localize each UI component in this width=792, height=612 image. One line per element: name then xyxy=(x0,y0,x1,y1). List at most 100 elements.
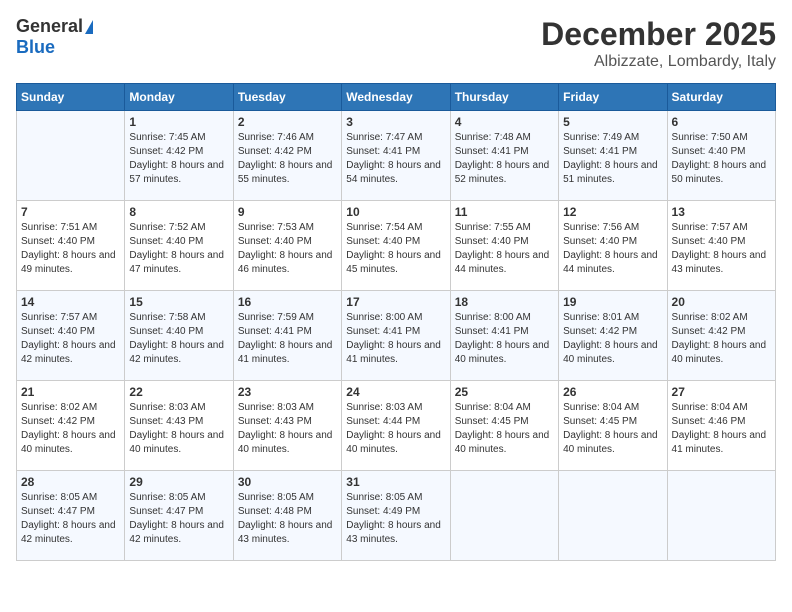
daylight-text: Daylight: 8 hours and 41 minutes. xyxy=(238,340,333,365)
sunset-text: Sunset: 4:40 PM xyxy=(129,236,203,247)
day-number: 30 xyxy=(238,475,337,489)
day-info: Sunrise: 8:05 AMSunset: 4:48 PMDaylight:… xyxy=(238,491,337,547)
day-number: 23 xyxy=(238,385,337,399)
daylight-text: Daylight: 8 hours and 41 minutes. xyxy=(346,340,441,365)
calendar-week-row: 14Sunrise: 7:57 AMSunset: 4:40 PMDayligh… xyxy=(17,291,776,381)
calendar-week-row: 7Sunrise: 7:51 AMSunset: 4:40 PMDaylight… xyxy=(17,201,776,291)
calendar-cell: 16Sunrise: 7:59 AMSunset: 4:41 PMDayligh… xyxy=(233,291,341,381)
day-info: Sunrise: 7:57 AMSunset: 4:40 PMDaylight:… xyxy=(21,311,120,367)
day-of-week-header: Wednesday xyxy=(342,84,450,111)
calendar-cell: 18Sunrise: 8:00 AMSunset: 4:41 PMDayligh… xyxy=(450,291,558,381)
day-info: Sunrise: 8:04 AMSunset: 4:45 PMDaylight:… xyxy=(455,401,554,457)
day-number: 27 xyxy=(672,385,771,399)
sunrise-text: Sunrise: 7:59 AM xyxy=(238,312,314,323)
sunrise-text: Sunrise: 7:51 AM xyxy=(21,222,97,233)
sunrise-text: Sunrise: 8:00 AM xyxy=(455,312,531,323)
calendar-week-row: 21Sunrise: 8:02 AMSunset: 4:42 PMDayligh… xyxy=(17,381,776,471)
day-number: 3 xyxy=(346,115,445,129)
sunrise-text: Sunrise: 8:05 AM xyxy=(238,492,314,503)
day-info: Sunrise: 8:03 AMSunset: 4:43 PMDaylight:… xyxy=(238,401,337,457)
daylight-text: Daylight: 8 hours and 51 minutes. xyxy=(563,160,658,185)
calendar-cell: 23 Sunrise: 8:03 AMSunset: 4:43 PMDayligh… xyxy=(233,381,341,471)
calendar-cell: 15Sunrise: 7:58 AMSunset: 4:40 PMDayligh… xyxy=(125,291,233,381)
day-info: Sunrise: 7:54 AMSunset: 4:40 PMDaylight:… xyxy=(346,221,445,277)
sunset-text: Sunset: 4:40 PM xyxy=(563,236,637,247)
sunset-text: Sunset: 4:41 PM xyxy=(346,146,420,157)
sunset-text: Sunset: 4:40 PM xyxy=(455,236,529,247)
day-info: Sunrise: 7:46 AMSunset: 4:42 PMDaylight:… xyxy=(238,131,337,187)
location-text: Albizzate, Lombardy, Italy xyxy=(541,53,776,71)
sunset-text: Sunset: 4:47 PM xyxy=(21,506,95,517)
day-info: Sunrise: 7:58 AMSunset: 4:40 PMDaylight:… xyxy=(129,311,228,367)
sunrise-text: Sunrise: 8:04 AM xyxy=(672,402,748,413)
calendar-cell: 2 Sunrise: 7:46 AMSunset: 4:42 PMDaylight… xyxy=(233,111,341,201)
day-number: 24 xyxy=(346,385,445,399)
day-info: Sunrise: 8:03 AMSunset: 4:43 PMDaylight:… xyxy=(129,401,228,457)
calendar-cell xyxy=(450,471,558,561)
calendar-cell: 11Sunrise: 7:55 AMSunset: 4:40 PMDayligh… xyxy=(450,201,558,291)
day-number: 28 xyxy=(21,475,120,489)
calendar-cell: 20Sunrise: 8:02 AMSunset: 4:42 PMDayligh… xyxy=(667,291,775,381)
header: General Blue December 2025 Albizzate, Lo… xyxy=(16,16,776,71)
sunset-text: Sunset: 4:41 PM xyxy=(455,326,529,337)
calendar-cell xyxy=(667,471,775,561)
day-number: 22 xyxy=(129,385,228,399)
day-number: 1 xyxy=(129,115,228,129)
calendar-cell: 12Sunrise: 7:56 AMSunset: 4:40 PMDayligh… xyxy=(559,201,667,291)
calendar-cell xyxy=(559,471,667,561)
daylight-text: Daylight: 8 hours and 44 minutes. xyxy=(563,250,658,275)
sunset-text: Sunset: 4:48 PM xyxy=(238,506,312,517)
day-info: Sunrise: 8:04 AMSunset: 4:45 PMDaylight:… xyxy=(563,401,662,457)
daylight-text: Daylight: 8 hours and 42 minutes. xyxy=(129,340,224,365)
day-number: 13 xyxy=(672,205,771,219)
day-number: 2 xyxy=(238,115,337,129)
title-area: December 2025 Albizzate, Lombardy, Italy xyxy=(541,16,776,71)
day-info: Sunrise: 8:00 AMSunset: 4:41 PMDaylight:… xyxy=(346,311,445,367)
month-title: December 2025 xyxy=(541,16,776,53)
daylight-text: Daylight: 8 hours and 42 minutes. xyxy=(21,340,116,365)
sunrise-text: Sunrise: 7:49 AM xyxy=(563,132,639,143)
day-of-week-header: Tuesday xyxy=(233,84,341,111)
sunset-text: Sunset: 4:45 PM xyxy=(455,416,529,427)
daylight-text: Daylight: 8 hours and 40 minutes. xyxy=(455,340,550,365)
calendar-cell: 1Sunrise: 7:45 AMSunset: 4:42 PMDaylight… xyxy=(125,111,233,201)
sunset-text: Sunset: 4:49 PM xyxy=(346,506,420,517)
daylight-text: Daylight: 8 hours and 42 minutes. xyxy=(129,520,224,545)
day-number: 17 xyxy=(346,295,445,309)
day-of-week-header: Sunday xyxy=(17,84,125,111)
sunrise-text: Sunrise: 7:53 AM xyxy=(238,222,314,233)
calendar-week-row: 28 Sunrise: 8:05 AM Sunset: 4:47 PM Dayligh… xyxy=(17,471,776,561)
day-of-week-header: Thursday xyxy=(450,84,558,111)
sunrise-text: Sunrise: 7:52 AM xyxy=(129,222,205,233)
daylight-text: Daylight: 8 hours and 40 minutes. xyxy=(672,340,767,365)
calendar-cell: 22Sunrise: 8:03 AMSunset: 4:43 PMDayligh… xyxy=(125,381,233,471)
sunrise-text: Sunrise: 7:58 AM xyxy=(129,312,205,323)
day-info: Sunrise: 8:05 AMSunset: 4:47 PMDaylight:… xyxy=(21,491,120,547)
daylight-text: Daylight: 8 hours and 54 minutes. xyxy=(346,160,441,185)
sunrise-text: Sunrise: 8:04 AM xyxy=(563,402,639,413)
day-of-week-header: Saturday xyxy=(667,84,775,111)
day-number: 25 xyxy=(455,385,554,399)
sunrise-text: Sunrise: 7:48 AM xyxy=(455,132,531,143)
day-info: Sunrise: 7:52 AMSunset: 4:40 PMDaylight:… xyxy=(129,221,228,277)
sunset-text: Sunset: 4:43 PM xyxy=(129,416,203,427)
sunrise-text: Sunrise: 7:45 AM xyxy=(129,132,205,143)
calendar-week-row: 1Sunrise: 7:45 AMSunset: 4:42 PMDaylight… xyxy=(17,111,776,201)
sunset-text: Sunset: 4:40 PM xyxy=(672,236,746,247)
day-number: 8 xyxy=(129,205,228,219)
day-info: Sunrise: 7:53 AMSunset: 4:40 PMDaylight:… xyxy=(238,221,337,277)
daylight-text: Daylight: 8 hours and 57 minutes. xyxy=(129,160,224,185)
sunset-text: Sunset: 4:40 PM xyxy=(21,236,95,247)
day-info: Sunrise: 7:50 AMSunset: 4:40 PMDaylight:… xyxy=(672,131,771,187)
sunrise-text: Sunrise: 8:03 AM xyxy=(129,402,205,413)
sunrise-text: Sunrise: 8:05 AM xyxy=(346,492,422,503)
calendar-cell: 4Sunrise: 7:48 AMSunset: 4:41 PMDaylight… xyxy=(450,111,558,201)
day-number: 4 xyxy=(455,115,554,129)
calendar-cell: 13Sunrise: 7:57 AMSunset: 4:40 PMDayligh… xyxy=(667,201,775,291)
day-number: 11 xyxy=(455,205,554,219)
calendar-header-row: SundayMondayTuesdayWednesdayThursdayFrid… xyxy=(17,84,776,111)
sunrise-text: Sunrise: 8:05 AM xyxy=(21,492,97,503)
sunset-text: Sunset: 4:40 PM xyxy=(21,326,95,337)
daylight-text: Daylight: 8 hours and 55 minutes. xyxy=(238,160,333,185)
calendar-cell: 21Sunrise: 8:02 AMSunset: 4:42 PMDayligh… xyxy=(17,381,125,471)
